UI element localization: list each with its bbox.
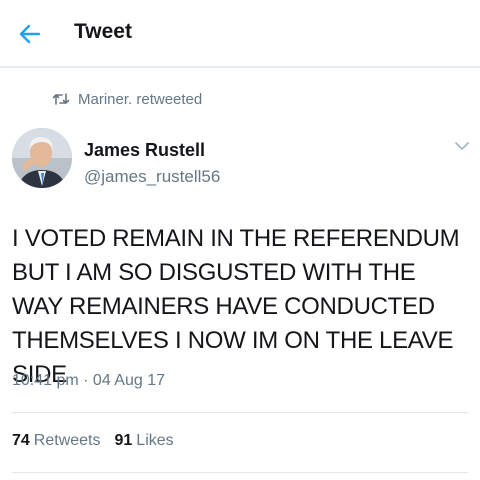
chevron-down-icon (455, 142, 469, 150)
page-title: Tweet (74, 20, 132, 43)
avatar-image (12, 128, 72, 188)
tweet-timestamp[interactable]: 10:41 pm · 04 Aug 17 (12, 372, 165, 390)
back-button[interactable] (14, 18, 46, 50)
likes-label: Likes (136, 432, 174, 449)
likes-stat[interactable]: 91 Likes (115, 432, 174, 450)
retweet-icon (52, 93, 70, 105)
tweet-menu-button[interactable] (452, 138, 472, 154)
divider (12, 412, 468, 413)
top-bar: Tweet (0, 0, 480, 68)
divider (12, 472, 468, 473)
back-arrow-icon (19, 24, 41, 44)
retweets-label: Retweets (33, 432, 101, 449)
retweets-stat[interactable]: 74 Retweets (12, 432, 101, 450)
author-handle[interactable]: @james_rustell56 (84, 167, 220, 187)
tweet-detail-page: Tweet Mariner. retweeted James Rustell @… (0, 0, 480, 480)
retweet-context[interactable]: Mariner. retweeted (52, 89, 202, 109)
tweet-text: I VOTED REMAIN IN THE REFERENDUM BUT I A… (12, 225, 460, 388)
likes-count: 91 (114, 432, 133, 449)
retweets-count: 74 (12, 432, 30, 449)
author-name[interactable]: James Rustell (84, 140, 205, 161)
tweet-stats: 74 Retweets 91 Likes (12, 432, 174, 450)
avatar[interactable] (12, 128, 72, 188)
retweet-context-label: Mariner. retweeted (78, 90, 203, 108)
